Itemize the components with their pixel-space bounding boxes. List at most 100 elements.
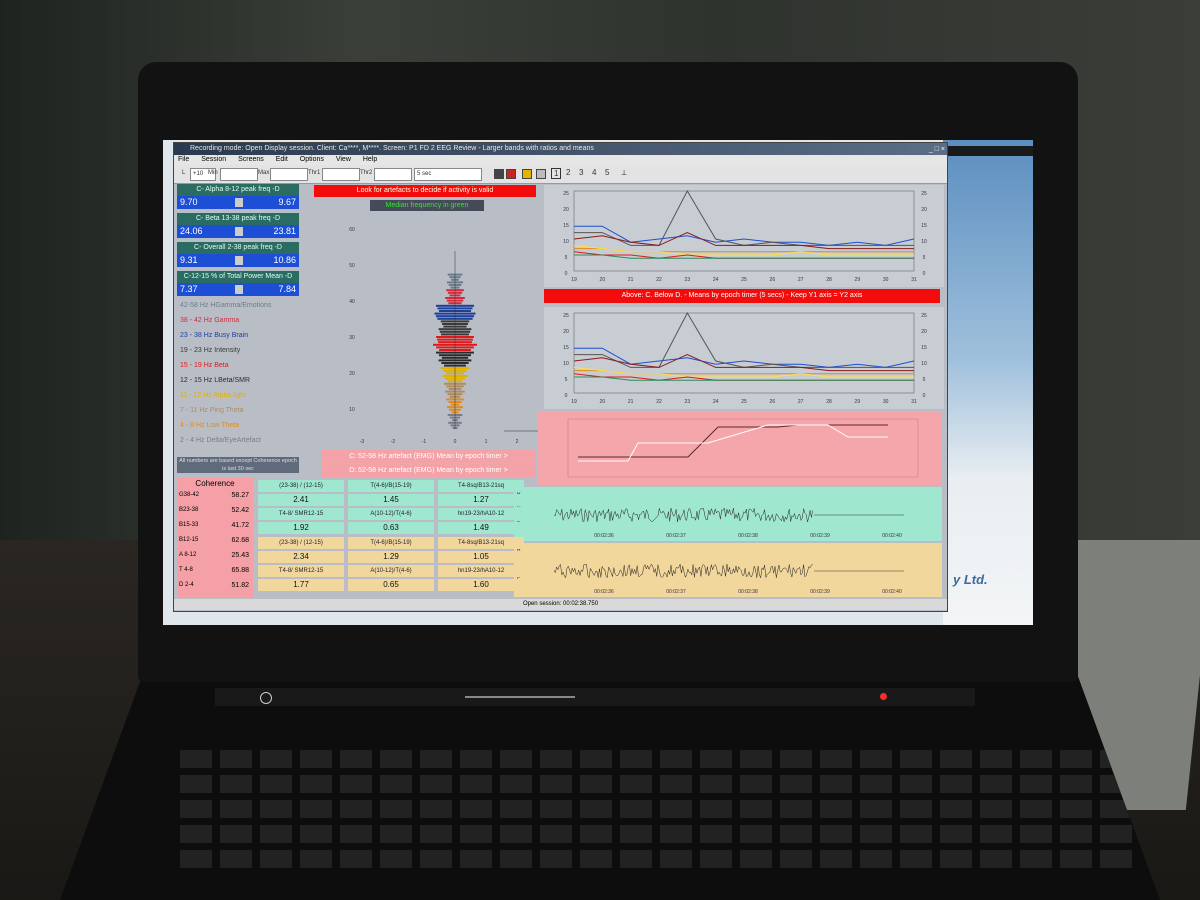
time-tick-label: 00:02:40 [882,533,902,539]
coherence-value: 62.68 [231,537,249,544]
time-tick-label: 00:02:38 [738,533,758,539]
menu-screens[interactable]: Screens [238,156,264,163]
series-line [573,366,914,378]
series-line [573,244,914,256]
y-tick-label: 10 [563,361,569,367]
beta-peak-c: 24.06 [180,226,203,236]
artefact-trend-plot [538,411,942,485]
x-tick-label: -2 [391,439,396,445]
ratio-cell: 2.41 [258,494,344,506]
menu-help[interactable]: Help [363,156,377,163]
x-tick-label: 23 [685,399,691,405]
overall-slider[interactable] [235,256,243,265]
ratio-cell: T4-8sq/B13-21sq [438,480,524,492]
alpha-peak-c: 9.70 [180,197,198,207]
x-tick-label: 23 [685,277,691,283]
time-window-select[interactable]: 5 sec [414,168,482,181]
alpha-peak-values: 9.70 9.67 [177,196,299,209]
indicator-light-icon [880,693,887,700]
overall-peak-c: 9.31 [180,255,198,265]
x-tick-label: 22 [656,399,662,405]
key-row [180,775,1140,793]
menu-view[interactable]: View [336,156,351,163]
menu-file[interactable]: File [178,156,189,163]
x-tick-label: 24 [713,277,719,283]
window-title: Recording mode: Open Display session. Cl… [190,145,594,152]
volume-slider[interactable] [465,696,575,698]
power-icon[interactable] [260,692,272,704]
band-label: 2 - 4 Hz Delta/EyeArtefact [180,437,261,444]
x-tick-label: 29 [855,277,861,283]
menu-session[interactable]: Session [201,156,226,163]
desktop-brand-text: y Ltd. [953,572,988,587]
y2-tick-label: 0 [923,393,926,399]
screen-tab-5[interactable]: 5 [605,168,609,177]
y2-tick-label: 10 [921,239,927,245]
menu-edit[interactable]: Edit [276,156,288,163]
x-tick-label: 1 [485,439,488,445]
band-label: 11 - 12 Hz Alpha light [180,392,247,399]
eeg-trace [553,507,813,522]
screen-tab-3[interactable]: 3 [579,168,583,177]
ratio-cell: 1.45 [348,494,434,506]
ratio-cell: A(10-12)/T(4-6) [348,565,434,577]
band-label: 4 - 8 Hz Low Theta [180,422,240,429]
ratio-cell: hn19-23/hA10-12 [438,565,524,577]
y2-tick-label: 10 [921,361,927,367]
x-tick-label: 19 [571,399,577,405]
overall-peak-values: 9.31 10.86 [177,254,299,267]
x-tick-label: 27 [798,277,804,283]
screen-tab-4[interactable]: 4 [592,168,596,177]
screen-tab-2[interactable]: 2 [566,168,570,177]
screen-tab-1[interactable]: 1 [551,168,562,179]
menu-options[interactable]: Options [300,156,324,163]
series-line [578,424,888,462]
coherence-value: 52.42 [231,507,249,514]
plot-frame [573,312,915,394]
x-tick-label: 20 [600,277,606,283]
thr1-label: Thr1 [308,170,321,176]
artefact-d-label: D: 52-58 Hz artefact (EMG) Mean by epoch… [321,464,536,477]
key-row [180,825,1140,843]
min-label: Min [208,170,218,176]
thr2-input[interactable] [374,168,412,181]
eeg-trace [553,563,813,579]
record-icon[interactable] [506,169,516,179]
ratio-cell: 1.29 [348,551,434,563]
settings-icon[interactable] [536,169,546,179]
x-tick-label: 31 [911,399,917,405]
smr-slider[interactable] [235,285,243,294]
window-titlebar[interactable]: Recording mode: Open Display session. Cl… [174,143,947,155]
artefact-warning: Look for artefacts to decide if activity… [314,185,536,197]
key-row [180,800,1140,818]
x-tick-label: 21 [628,399,634,405]
beta-peak-header: C- Beta 13-38 peak freq -D [177,213,299,225]
thr1-input[interactable] [322,168,360,181]
raw-eeg-d-plot: 00:02:36 00:02:37 00:02:38 00:02:39 00:02:40 [514,543,942,597]
coherence-band: B12-15 [179,537,199,543]
beta-slider[interactable] [235,227,243,236]
alpha-slider[interactable] [235,198,243,207]
stop-icon[interactable] [494,169,504,179]
coherence-row: B12-15 62.68 [179,537,251,552]
x-tick-label: -1 [422,439,427,445]
y-tick-label: 15 [563,345,569,351]
eeg-app-window: Recording mode: Open Display session. Cl… [173,142,948,612]
beta-peak-values: 24.06 23.81 [177,225,299,238]
max-input[interactable] [270,168,308,181]
min-input[interactable] [220,168,258,181]
chart-icon[interactable]: ⊥ [621,169,629,177]
pause-icon[interactable] [522,169,532,179]
smr-power-header: C-12-15 % of Total Power Mean -D [177,271,299,283]
ratio-cell: 2.34 [258,551,344,563]
x-tick-label: 19 [571,277,577,283]
x-tick-label: 30 [883,277,889,283]
y-tick-label: 20 [563,207,569,213]
coherence-value: 65.88 [231,567,249,574]
window-controls[interactable]: _ □ × [929,144,945,155]
y-tick-label: 20 [563,329,569,335]
coherence-row: T 4-8 65.88 [179,567,251,582]
x-tick-label: 29 [855,399,861,405]
series-line [573,354,914,372]
coherence-value: 51.82 [231,582,249,589]
